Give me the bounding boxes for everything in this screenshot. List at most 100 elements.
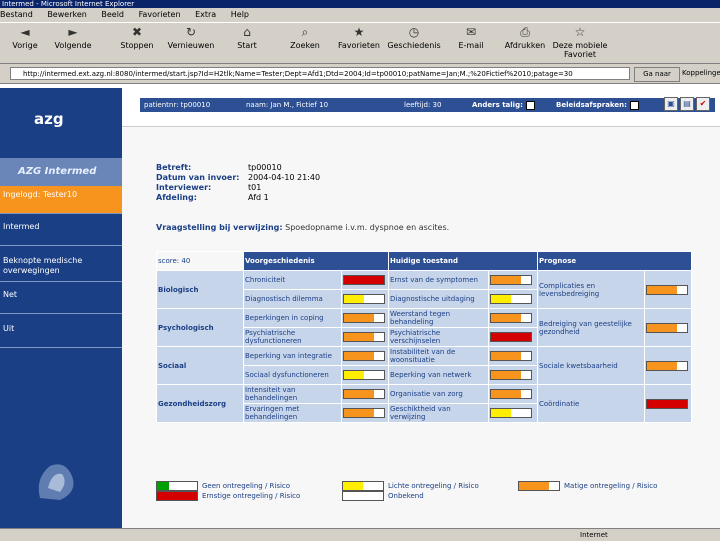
refresh-button[interactable]: ↻ Vernieuwen <box>166 25 216 50</box>
current-item-label: Ernst van de symptomen <box>387 270 490 290</box>
history-button[interactable]: ◷ Geschiedenis <box>386 25 442 50</box>
main-area: Betreft: tp00010 Datum van invoer: 2004-04… <box>122 126 720 529</box>
refresh-icon: ↻ <box>185 25 197 39</box>
links-button[interactable]: Koppelingen <box>682 67 720 80</box>
column-prognosis: Prognose <box>537 251 692 271</box>
favorites-button[interactable]: ★ Favorieten <box>334 25 384 50</box>
search-button[interactable]: ⌕ Zoeken <box>280 25 330 50</box>
level-bar <box>646 360 688 371</box>
sidebar-item-net[interactable]: Net <box>0 286 122 314</box>
info-datum: Datum van invoer: 2004-04-10 21:40 <box>156 173 321 182</box>
mobile-favorite-icon: ☆ <box>574 25 586 39</box>
legend-item: Ernstige ontregeling / Risico <box>156 491 300 501</box>
sidebar-item-overwegingen[interactable]: Beknopte medische overwegingen <box>0 252 122 282</box>
level-fill <box>343 352 374 360</box>
level-fill <box>647 399 687 408</box>
history-item-label: Intensiteit van behandelingen <box>243 384 342 404</box>
level-bar <box>646 398 688 409</box>
prognosis-item-label: Bedreiging van geestelijke gezondheid <box>537 308 645 347</box>
legend-item: Matige ontregeling / Risico <box>518 481 657 491</box>
forward-button[interactable]: ► Volgende <box>48 25 98 50</box>
check-icon[interactable]: ✔ <box>696 97 710 111</box>
zone-indicator: Internet <box>580 531 608 539</box>
current-item-bar <box>488 327 538 347</box>
current-item-label: Psychiatrische verschijnselen <box>387 327 490 347</box>
window-title: Intermed - Microsoft Internet Explorer <box>2 0 135 8</box>
browser-toolbar: ◄ Vorige ► Volgende ✖ Stoppen ↻ Vernieuwen ⌂… <box>0 22 720 64</box>
back-button[interactable]: ◄ Vorige <box>0 25 50 50</box>
menu-favorites[interactable]: Favorieten <box>139 10 181 19</box>
category-label: Gezondheidszorg <box>156 384 244 423</box>
level-bar <box>490 275 533 285</box>
prognosis-item-label: Coördinatie <box>537 384 645 423</box>
current-item-label: Weerstand tegen behandeling <box>387 308 490 328</box>
current-item-bar <box>488 270 538 290</box>
legend-item: Lichte ontregeling / Risico <box>342 481 479 491</box>
sidebar-item-intermed[interactable]: Intermed <box>0 218 122 246</box>
save-icon[interactable]: ▣ <box>664 97 678 111</box>
go-button[interactable]: Ga naar <box>634 67 680 82</box>
current-item-bar <box>488 403 538 423</box>
intermed-grid: score: 40 Voorgeschiedenis Huidige toest… <box>156 251 692 423</box>
sidebar-item-uit[interactable]: Uit <box>0 320 122 348</box>
category-label: Biologisch <box>156 270 244 309</box>
logo-block: azg <box>0 88 122 154</box>
level-bar <box>342 275 385 285</box>
menu-view[interactable]: Beeld <box>101 10 124 19</box>
level-fill <box>491 390 522 398</box>
anders-talig-checkbox[interactable] <box>525 100 535 110</box>
stop-icon: ✖ <box>131 25 143 39</box>
level-bar <box>342 351 385 361</box>
level-fill <box>647 323 677 332</box>
menu-help[interactable]: Help <box>231 10 249 19</box>
home-button[interactable]: ⌂ Start <box>222 25 272 50</box>
legend-swatch <box>518 481 560 491</box>
crest-icon <box>38 464 74 500</box>
sidebar-item-login[interactable]: Ingelogd: Tester10 <box>0 186 122 214</box>
menu-file[interactable]: Bestand <box>0 10 33 19</box>
menu-edit[interactable]: Bewerken <box>47 10 87 19</box>
legend-swatch <box>342 481 384 491</box>
history-item-bar <box>340 403 390 423</box>
level-fill <box>647 361 677 370</box>
print-icon: ⎙ <box>520 25 530 39</box>
current-item-label: Organisatie van zorg <box>387 384 490 404</box>
address-input[interactable]: http://intermed.ext.azg.nl:8080/intermed… <box>10 67 630 80</box>
header-icons: ▣ ▤ ✔ <box>662 97 710 111</box>
score-label: score: 40 <box>156 251 244 271</box>
level-bar <box>490 332 533 342</box>
history-icon: ◷ <box>408 25 420 39</box>
level-fill <box>491 314 522 322</box>
level-fill <box>343 314 374 322</box>
current-item-label: Instabiliteit van de woonsituatie <box>387 346 490 366</box>
menu-tools[interactable]: Extra <box>195 10 216 19</box>
print-button[interactable]: ⎙ Afdrukken <box>500 25 550 50</box>
history-item-label: Beperking van integratie <box>243 346 342 366</box>
level-bar <box>490 313 533 323</box>
history-item-bar <box>340 346 390 366</box>
mail-button[interactable]: ✉ E-mail <box>446 25 496 50</box>
forward-arrow-icon: ► <box>68 25 78 39</box>
beleidsafspraken-checkbox[interactable] <box>629 100 639 110</box>
level-fill <box>491 371 522 379</box>
level-fill <box>343 295 364 303</box>
level-bar <box>342 332 385 342</box>
level-bar <box>490 351 533 361</box>
print-icon[interactable]: ▤ <box>680 97 694 111</box>
level-fill <box>343 333 374 341</box>
category-label: Sociaal <box>156 346 244 385</box>
level-bar <box>646 322 688 333</box>
stop-button[interactable]: ✖ Stoppen <box>112 25 162 50</box>
prognosis-item-bar <box>644 384 692 423</box>
patient-age: leeftijd: 30 <box>404 101 442 109</box>
history-item-label: Beperkingen in coping <box>243 308 342 328</box>
legend-label: Onbekend <box>388 492 424 500</box>
history-item-bar <box>340 270 390 290</box>
mobile-favorite-button[interactable]: ☆ Deze mobiele Favoriet <box>552 25 608 59</box>
address-bar: http://intermed.ext.azg.nl:8080/intermed… <box>0 64 720 84</box>
level-bar <box>342 408 385 418</box>
legend-swatch <box>156 481 198 491</box>
current-item-bar <box>488 384 538 404</box>
level-fill <box>491 352 522 360</box>
prognosis-item-bar <box>644 346 692 385</box>
